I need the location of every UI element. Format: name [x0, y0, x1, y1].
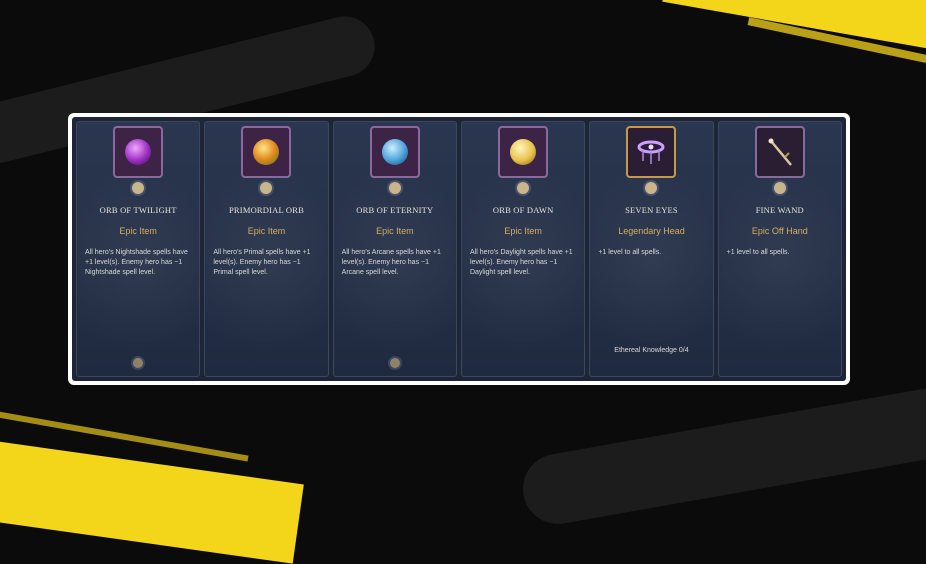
item-rarity: Epic Item: [247, 226, 286, 236]
set-bonus-label: Ethereal Knowledge 0/4: [614, 347, 689, 354]
item-badge-icon: [258, 180, 275, 196]
item-description: All hero's Daylight spells have +1 level…: [469, 249, 573, 276]
item-badge-icon: [515, 180, 532, 196]
blue-orb-icon: [369, 126, 420, 178]
item-description: All hero's Nightshade spells have +1 lev…: [85, 249, 188, 276]
background-brush: [517, 380, 926, 530]
item-description: +1 level to all spells.: [598, 249, 662, 256]
wand-icon: [754, 126, 805, 178]
item-card-orb-of-twilight[interactable]: ORB OF TWILIGHT Epic Item All hero's Nig…: [76, 121, 201, 377]
item-name: ORB OF ETERNITY: [356, 205, 434, 215]
yellow-brush-stripe: [0, 410, 249, 462]
item-rarity: Legendary Head: [618, 226, 685, 236]
item-card-orb-of-dawn[interactable]: ORB OF DAWN Epic Item All hero's Dayligh…: [460, 121, 586, 377]
bottom-badge-icon: [387, 356, 402, 370]
item-name: FINE WAND: [755, 205, 804, 215]
item-rarity: Epic Item: [376, 226, 414, 236]
item-description: +1 level to all spells.: [726, 249, 790, 256]
circlet-icon: [626, 126, 677, 178]
item-name: ORB OF TWILIGHT: [99, 205, 177, 215]
item-rarity: Epic Off Hand: [751, 226, 808, 236]
item-name: SEVEN EYES: [625, 205, 678, 215]
item-card-seven-eyes[interactable]: SEVEN EYES Legendary Head +1 level to al…: [589, 121, 714, 377]
item-badge-icon: [386, 180, 403, 196]
purple-orb-icon: [113, 126, 164, 178]
item-name: PRIMORDIAL ORB: [229, 205, 304, 215]
item-card-primordial-orb[interactable]: PRIMORDIAL ORB Epic Item All hero's Prim…: [204, 121, 329, 377]
item-description: All hero's Primal spells have +1 level(s…: [213, 249, 311, 276]
circlet-glyph: [637, 140, 665, 164]
item-card-fine-wand[interactable]: FINE WAND Epic Off Hand +1 level to all …: [717, 121, 842, 377]
bottom-badge-icon: [131, 356, 146, 370]
yellow-brush-stripe: [0, 434, 304, 564]
item-description: All hero's Arcane spells have +1 level(s…: [341, 249, 441, 276]
item-rarity: Epic Item: [119, 226, 157, 236]
yellow-brush-stripe: [747, 17, 926, 71]
item-rarity: Epic Item: [504, 226, 542, 236]
item-card-orb-of-eternity[interactable]: ORB OF ETERNITY Epic Item All hero's Arc…: [332, 121, 457, 377]
item-panel: ORB OF TWILIGHT Epic Item All hero's Nig…: [68, 113, 850, 385]
gold-orb-icon: [498, 126, 549, 178]
item-badge-icon: [771, 180, 788, 196]
item-name: ORB OF DAWN: [492, 205, 554, 215]
wand-glyph: [768, 138, 792, 166]
green-orb-icon: [241, 126, 292, 178]
item-badge-icon: [643, 180, 660, 196]
item-badge-icon: [130, 180, 147, 196]
yellow-brush-stripe: [662, 0, 926, 58]
